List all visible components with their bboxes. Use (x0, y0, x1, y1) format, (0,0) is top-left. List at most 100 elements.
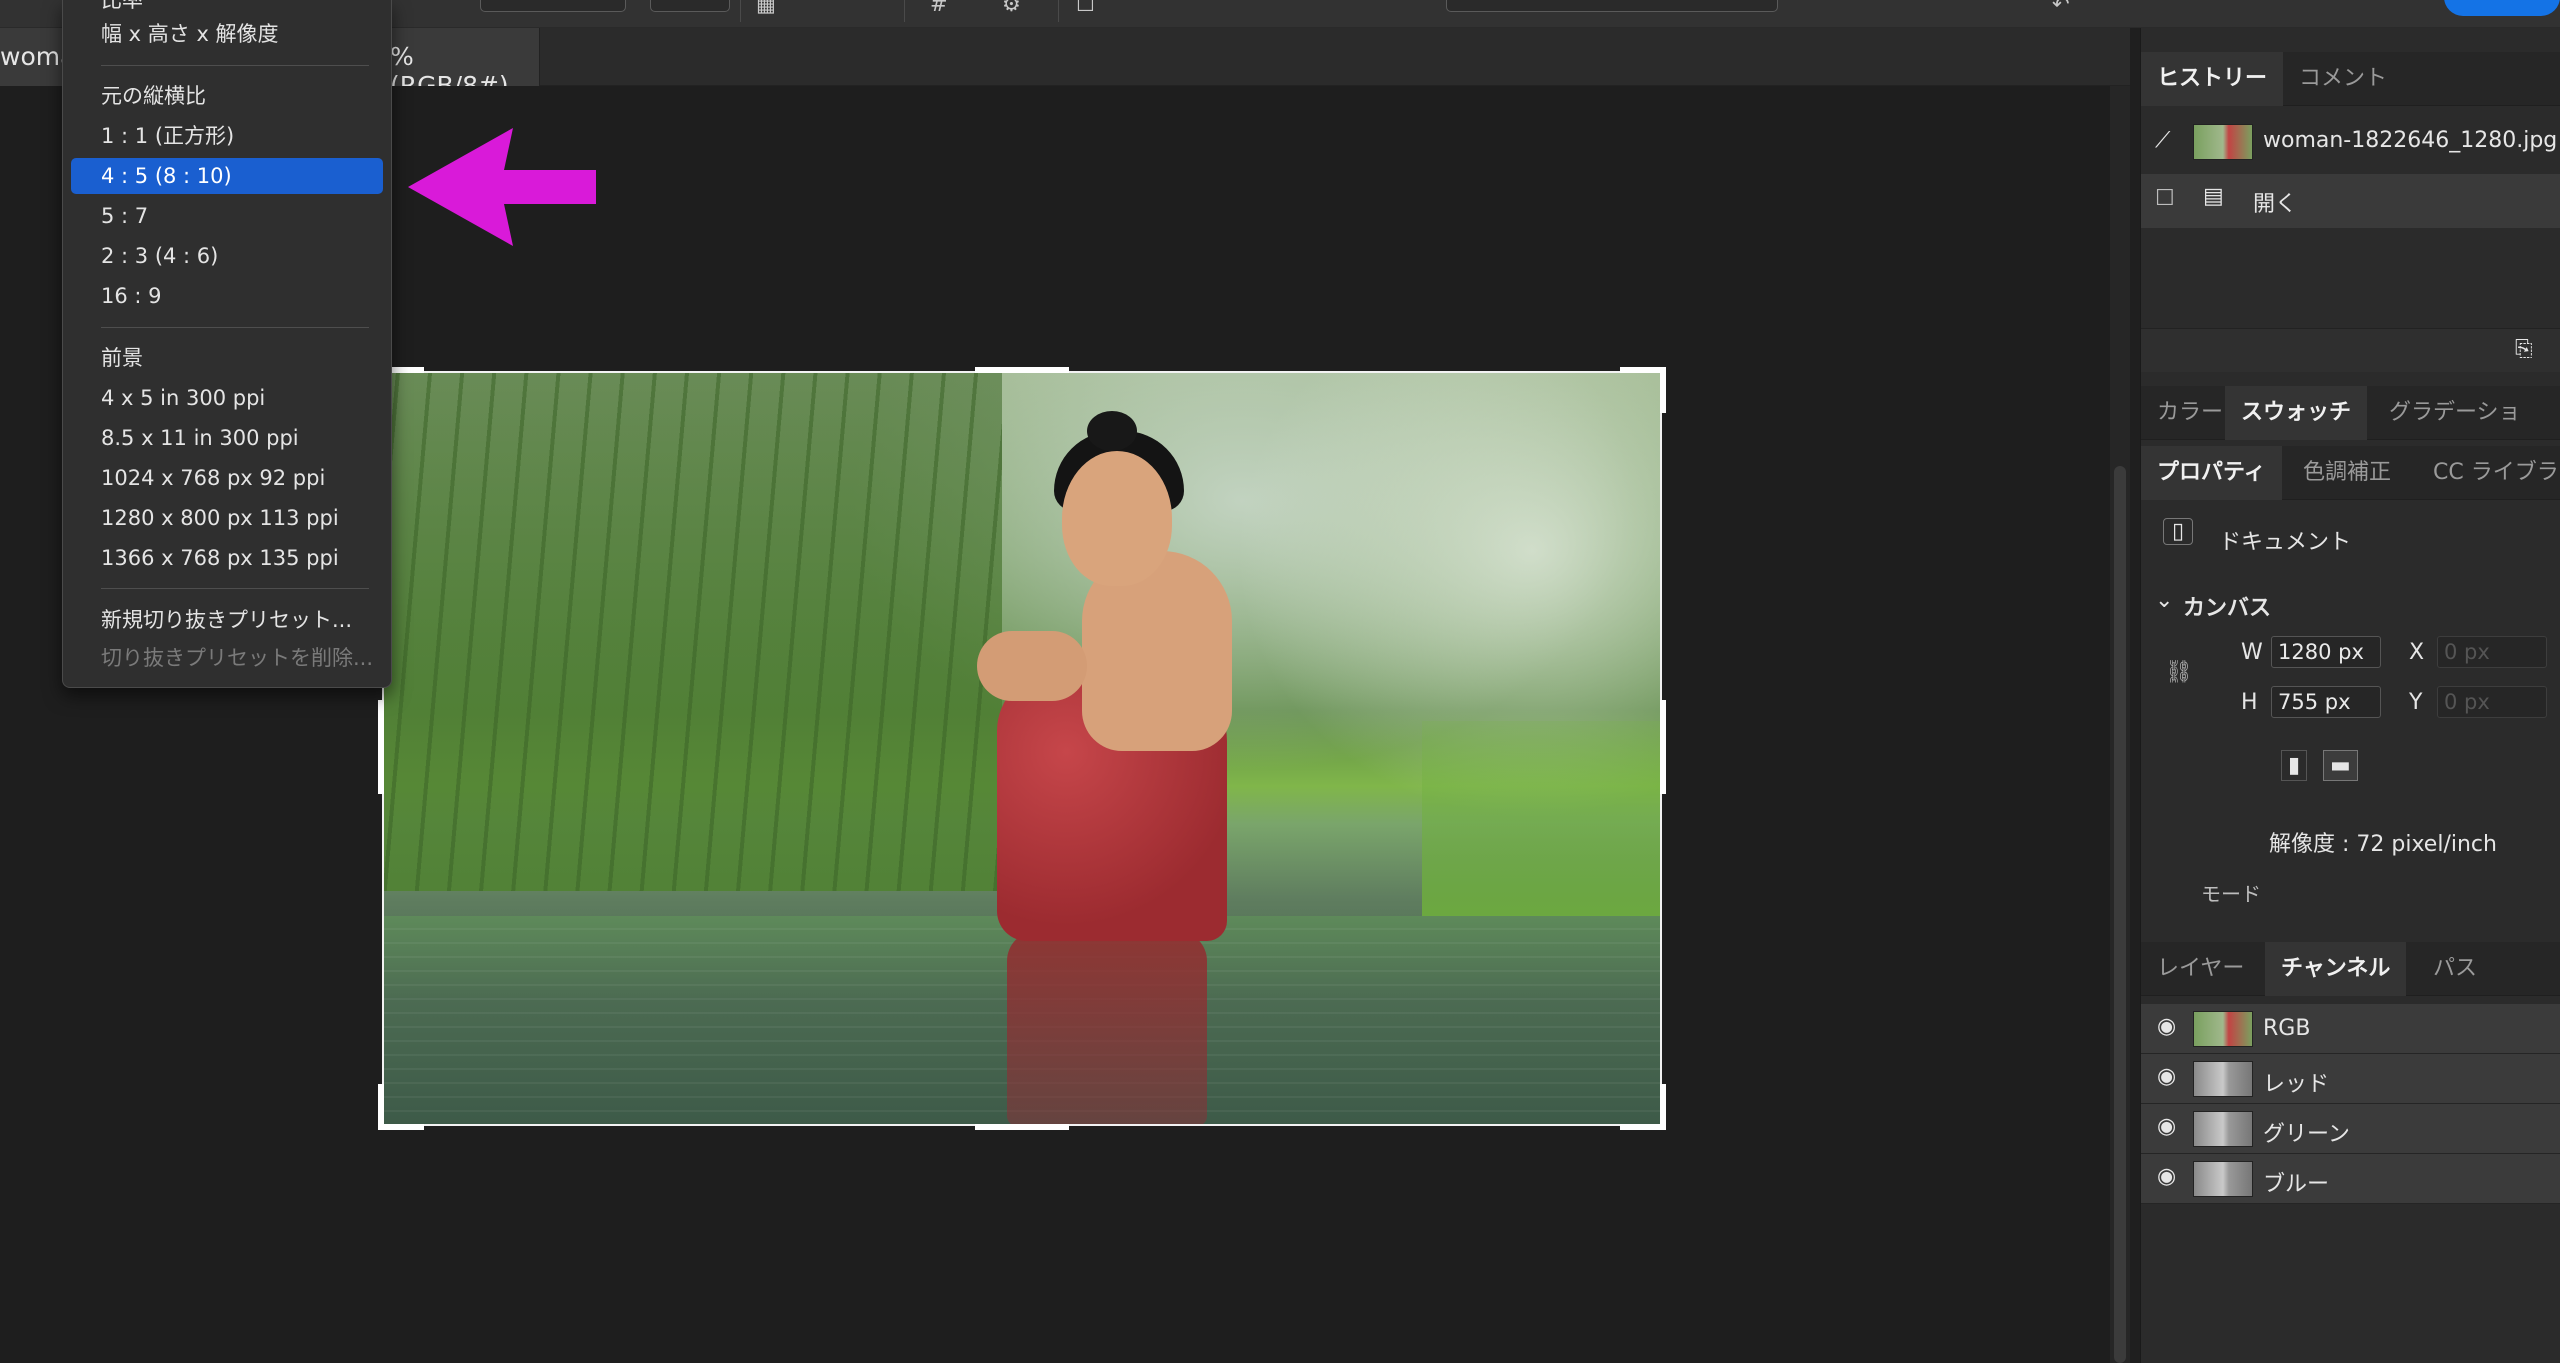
channel-thumbnail (2193, 1161, 2253, 1197)
menu-separator (101, 65, 369, 66)
crop-handle-top-right[interactable] (1660, 367, 1666, 413)
resolution-text: 解像度 : 72 pixel/inch (2269, 832, 2497, 857)
menu-item-preset-1024x768[interactable]: 1024 x 768 px 92 ppi (63, 460, 391, 496)
tab-history[interactable]: ヒストリー (2141, 52, 2284, 106)
tab-adjustments[interactable]: 色調補正 (2287, 446, 2407, 500)
menu-item-16-9[interactable]: 16 : 9 (63, 278, 391, 314)
tab-layers[interactable]: レイヤー (2141, 942, 2260, 996)
menu-item-front-image[interactable]: 前景 (63, 340, 391, 376)
channel-thumbnail (2193, 1061, 2253, 1097)
menu-item-5-7[interactable]: 5 : 7 (63, 198, 391, 234)
channel-row-red[interactable]: ◉ レッド (2141, 1054, 2560, 1104)
menu-item-width-height-resolution[interactable]: 幅 x 高さ x 解像度 (63, 16, 391, 52)
crop-handle-bottom-right[interactable] (1660, 1084, 1666, 1130)
width-field[interactable]: 1280 px (2271, 636, 2381, 668)
properties-document-label: ドキュメント (2219, 530, 2352, 555)
channel-thumbnail (2193, 1011, 2253, 1047)
menu-separator (101, 327, 369, 328)
right-panel-dock: ヒストリー コメント ⟋ woman-1822646_1280.jpg ☐ ▤ … (2140, 28, 2560, 1363)
divider (740, 0, 741, 22)
grid-overlay-icon[interactable]: # (930, 0, 948, 16)
history-state-label: 開く (2253, 192, 2298, 217)
channel-name: グリーン (2263, 1122, 2350, 1147)
divider (1058, 0, 1059, 22)
menu-item-label: 比率 (101, 0, 143, 12)
crop-ratio-menu: ✓ 比率 幅 x 高さ x 解像度 元の縦横比 1 : 1 (正方形) 4 : … (62, 0, 392, 688)
visibility-eye-icon[interactable]: ◉ (2157, 1014, 2176, 1039)
tab-gradients[interactable]: グラデーショ (2373, 386, 2537, 440)
width-label: W (2241, 640, 2263, 665)
menu-item-delete-preset: 切り抜きプリセットを削除... (101, 646, 374, 670)
menu-item-original-ratio[interactable]: 元の縦横比 (63, 78, 391, 114)
tab-channels[interactable]: チャンネル (2265, 942, 2407, 996)
crop-handle-bottom-left[interactable] (378, 1124, 424, 1130)
fill-dropdown[interactable] (1446, 0, 1778, 12)
crop-handle-left[interactable] (378, 700, 384, 794)
channel-row-rgb[interactable]: ◉ RGB (2141, 1004, 2560, 1054)
tab-cc-libraries[interactable]: CC ライブラ (2417, 446, 2560, 500)
mode-label: モード (2201, 882, 2261, 906)
crop-box[interactable] (382, 371, 1662, 1126)
channel-name: ブルー (2263, 1172, 2330, 1197)
snapshot-thumbnail (2193, 124, 2253, 160)
crop-handle-bottom[interactable] (975, 1124, 1069, 1130)
vertical-scrollbar[interactable] (2110, 86, 2130, 1363)
crop-handle-top[interactable] (975, 367, 1069, 373)
tab-properties[interactable]: プロパティ (2141, 446, 2282, 500)
x-field: 0 px (2437, 636, 2547, 668)
delete-cropped-checkbox[interactable]: ☐ (1076, 0, 1095, 16)
height-field[interactable]: 755 px (2271, 686, 2381, 718)
y-label: Y (2409, 690, 2423, 715)
menu-item-2-3[interactable]: 2 : 3 (4 : 6) (63, 238, 391, 274)
menu-item-preset-4x5[interactable]: 4 x 5 in 300 ppi (63, 380, 391, 416)
tab-comments[interactable]: コメント (2283, 52, 2403, 106)
tab-paths[interactable]: パス (2417, 942, 2493, 996)
snapshot-name: woman-1822646_1280.jpg (2263, 128, 2558, 153)
tab-swatches[interactable]: スウォッチ (2225, 386, 2368, 440)
menu-item-4-5[interactable]: 4 : 5 (8 : 10) (71, 158, 383, 194)
document-icon: ▯ (2163, 518, 2194, 545)
menu-item-preset-1280x800[interactable]: 1280 x 800 px 113 ppi (63, 500, 391, 536)
gear-icon[interactable]: ⚙ (1002, 0, 1021, 16)
history-footer: ⎘ (2141, 328, 2560, 372)
menu-separator (101, 588, 369, 589)
menu-item-preset-8-5x11[interactable]: 8.5 x 11 in 300 ppi (63, 420, 391, 456)
clear-button[interactable] (650, 0, 730, 12)
state-checkbox[interactable]: ☐ (2155, 186, 2175, 211)
straighten-field[interactable] (800, 0, 890, 12)
x-label: X (2409, 640, 2425, 665)
crop-handle-bottom-left[interactable] (378, 1084, 384, 1130)
visibility-eye-icon[interactable]: ◉ (2157, 1114, 2176, 1139)
chevron-down-icon[interactable]: ⌄ (2155, 588, 2173, 613)
history-state-row[interactable]: ☐ ▤ 開く (2141, 174, 2560, 228)
history-snapshot-row[interactable]: ⟋ woman-1822646_1280.jpg (2141, 116, 2560, 170)
straighten-icon[interactable]: ▦ (756, 0, 776, 16)
height-label: H (2241, 690, 2258, 715)
channel-thumbnail (2193, 1111, 2253, 1147)
menu-item-new-preset[interactable]: 新規切り抜きプリセット... (63, 602, 391, 638)
new-document-from-state-icon[interactable]: ⎘ (2515, 337, 2533, 362)
crop-handle-right[interactable] (1660, 700, 1666, 794)
properties-panel-tabs: プロパティ 色調補正 CC ライブラ (2141, 446, 2560, 500)
landscape-orientation-button[interactable]: ▬ (2323, 750, 2358, 781)
link-icon[interactable]: ⛓ (2165, 660, 2193, 685)
checkmark-icon: ✓ (77, 0, 94, 6)
channel-name: レッド (2263, 1072, 2330, 1097)
canvas-section-header: カンバス (2183, 596, 2272, 621)
ratio-value-field[interactable] (480, 0, 626, 12)
menu-item-preset-1366x768[interactable]: 1366 x 768 px 135 ppi (63, 540, 391, 576)
scrollbar-thumb[interactable] (2114, 466, 2126, 1363)
history-panel-tabs: ヒストリー コメント (2141, 52, 2560, 106)
menu-item-1-1[interactable]: 1 : 1 (正方形) (63, 118, 391, 154)
portrait-orientation-button[interactable]: ▮ (2281, 750, 2308, 781)
channel-row-blue[interactable]: ◉ ブルー (2141, 1154, 2560, 1204)
visibility-eye-icon[interactable]: ◉ (2157, 1064, 2176, 1089)
brush-source-icon[interactable]: ⟋ (2155, 128, 2170, 153)
visibility-eye-icon[interactable]: ◉ (2157, 1164, 2176, 1189)
divider (904, 0, 905, 22)
reset-icon[interactable]: ↶ (2052, 0, 2070, 16)
annotation-arrow-icon (408, 128, 596, 246)
channel-row-green[interactable]: ◉ グリーン (2141, 1104, 2560, 1154)
ok-button[interactable] (2444, 0, 2560, 16)
y-field: 0 px (2437, 686, 2547, 718)
